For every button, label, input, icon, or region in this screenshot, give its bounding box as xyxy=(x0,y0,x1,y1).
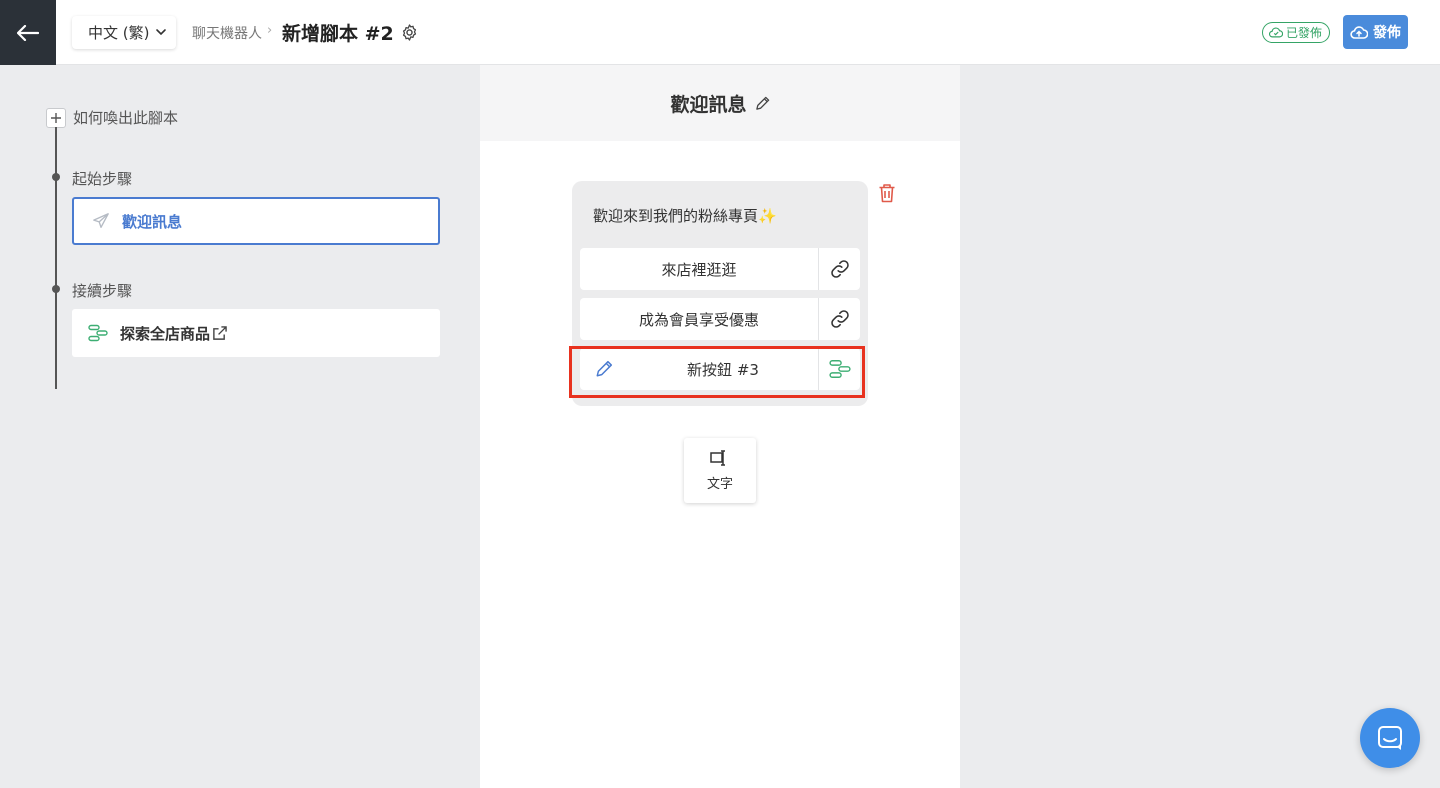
add-text-label: 文字 xyxy=(706,477,733,492)
plus-icon xyxy=(46,107,66,128)
step-explore-label: 探索全店商品 xyxy=(120,324,211,343)
publish-button[interactable]: 發佈 xyxy=(1343,15,1408,49)
start-section-label: 起始步驟 xyxy=(72,170,133,188)
link-icon[interactable] xyxy=(819,298,860,340)
message-text[interactable]: 歡迎來到我們的粉絲專頁✨ xyxy=(593,205,777,226)
editor-header: 歡迎訊息 xyxy=(480,65,960,141)
message-button[interactable]: 來店裡逛逛 xyxy=(580,248,860,290)
timeline-dot xyxy=(52,173,60,181)
trash-icon[interactable] xyxy=(878,183,896,203)
top-header: 中文 (繁) 聊天機器人 › 新增腳本 #2 已發佈 發佈 xyxy=(0,0,1440,65)
pencil-icon[interactable] xyxy=(755,96,770,111)
chevron-down-icon xyxy=(156,29,166,36)
chat-icon xyxy=(1378,726,1402,750)
timeline-dot xyxy=(52,285,60,293)
cloud-upload-icon xyxy=(1350,26,1368,39)
paper-plane-icon xyxy=(93,213,109,228)
status-label: 已發佈 xyxy=(1286,26,1323,40)
page-title: 新增腳本 #2 xyxy=(282,23,394,45)
cloud-check-icon xyxy=(1269,27,1283,38)
message-button[interactable]: 成為會員享受優惠 xyxy=(580,298,860,340)
external-link-icon[interactable] xyxy=(212,325,227,341)
step-welcome-label: 歡迎訊息 xyxy=(122,212,183,231)
add-text-button[interactable]: 文字 xyxy=(684,438,756,503)
button-label: 成為會員享受優惠 xyxy=(638,310,759,329)
button-label: 來店裡逛逛 xyxy=(661,260,737,279)
step-explore-products[interactable]: 探索全店商品 xyxy=(72,309,440,357)
highlight-box xyxy=(569,346,865,398)
next-section-label: 接續步驟 xyxy=(72,282,133,300)
gear-icon[interactable] xyxy=(400,23,419,42)
arrow-left-icon xyxy=(17,24,39,41)
chat-launcher-button[interactable] xyxy=(1360,708,1420,768)
status-badge: 已發佈 xyxy=(1262,22,1331,43)
trigger-label: 如何喚出此腳本 xyxy=(73,109,179,127)
add-trigger-row[interactable]: 如何喚出此腳本 xyxy=(46,107,178,128)
editor-title: 歡迎訊息 xyxy=(670,93,747,116)
link-icon[interactable] xyxy=(819,248,860,290)
back-button[interactable] xyxy=(0,0,56,65)
flow-icon xyxy=(88,324,108,342)
step-welcome-message[interactable]: 歡迎訊息 xyxy=(72,197,440,245)
language-select[interactable]: 中文 (繁) xyxy=(72,16,176,49)
text-block-icon xyxy=(710,450,725,466)
breadcrumb-chatbot[interactable]: 聊天機器人 xyxy=(192,23,262,43)
timeline-line xyxy=(55,127,57,389)
language-value: 中文 (繁) xyxy=(88,24,150,42)
publish-label: 發佈 xyxy=(1373,25,1401,41)
breadcrumb-separator: › xyxy=(267,23,273,38)
editor-canvas: 歡迎來到我們的粉絲專頁✨ 來店裡逛逛 成為會員享受優惠 新按鈕 #3 文字 xyxy=(480,141,960,788)
